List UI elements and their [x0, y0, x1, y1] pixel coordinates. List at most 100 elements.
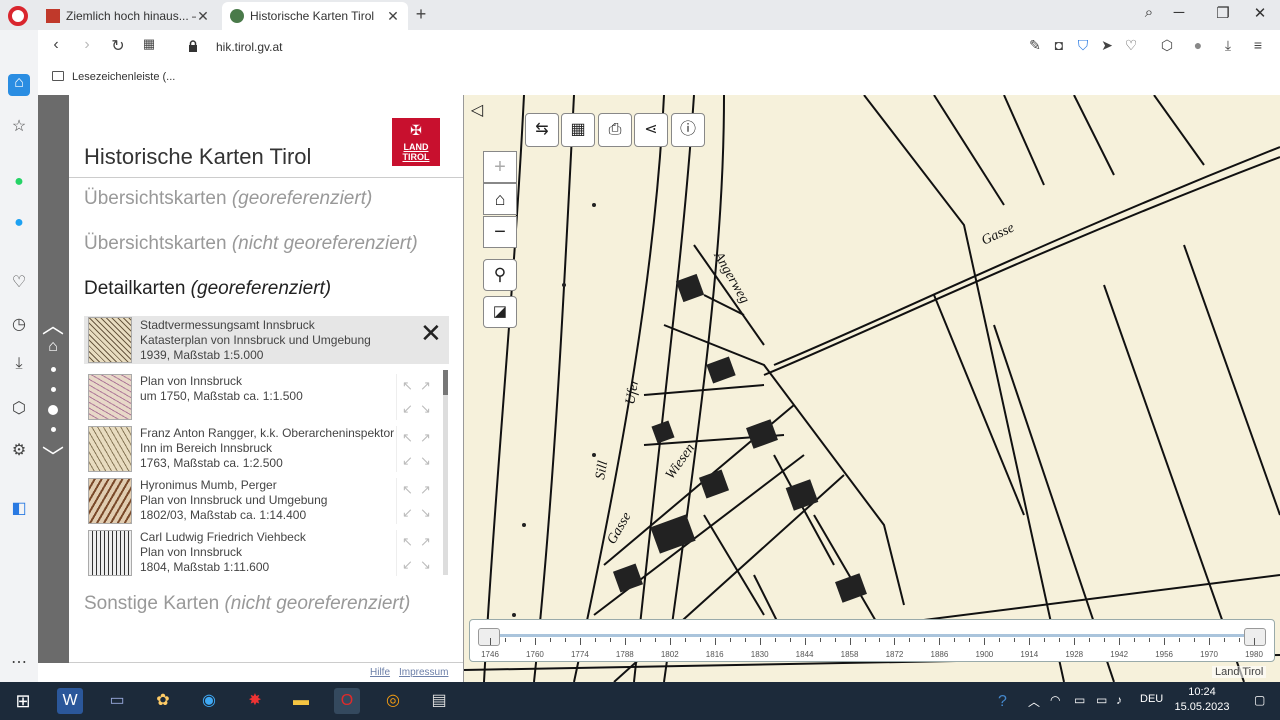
collapse-panel-icon[interactable]: ◁	[466, 100, 488, 122]
list-item[interactable]: Hyronimus Mumb, Perger Plan von Innsbruck…	[84, 474, 450, 525]
heart-icon[interactable]: ♡	[8, 272, 30, 294]
history-icon[interactable]: ◷	[8, 314, 30, 336]
download-icon[interactable]: ⤓	[1218, 37, 1238, 57]
year-timeline-slider[interactable]: 1746 1760 1774 1788 1802 1816 1830 1844 1858 1872…	[469, 619, 1275, 662]
arrow-se-icon[interactable]: ↘	[417, 553, 435, 576]
timeline-end-handle[interactable]	[1244, 628, 1266, 646]
paint-icon[interactable]: ✿	[150, 688, 176, 714]
list-scrollbar[interactable]	[443, 370, 448, 575]
tab-historische-karten[interactable]: Historische Karten Tirol ✕	[222, 2, 408, 30]
arrow-ne-icon[interactable]: ↗	[417, 530, 435, 553]
menu-icon[interactable]: ≡	[1248, 37, 1268, 57]
arrow-nw-icon[interactable]: ↖	[399, 426, 417, 449]
chevron-down-icon[interactable]: ﹀	[41, 440, 65, 472]
section-uebersicht-georef[interactable]: Übersichtskarten (georeferenziert)	[84, 188, 372, 210]
qr-code-icon[interactable]: ▦	[561, 113, 595, 147]
list-item[interactable]: Carl Ludwig Friedrich Viehbeck Plan von I…	[84, 526, 450, 577]
volume-icon[interactable]: ♪	[1116, 693, 1122, 707]
close-icon[interactable]: ✕	[420, 318, 442, 349]
help-icon[interactable]: ?	[998, 693, 1007, 711]
restore-button[interactable]: ❐	[1208, 4, 1238, 26]
edit-icon[interactable]: ✎	[1025, 37, 1045, 57]
tray-chevron-icon[interactable]: ︿	[1028, 693, 1040, 710]
arrow-ne-icon[interactable]: ↗	[417, 478, 435, 501]
language-indicator[interactable]: DEU	[1140, 693, 1163, 705]
whatsapp-icon[interactable]: ●	[8, 173, 30, 195]
file-explorer-icon[interactable]: ▬	[288, 688, 314, 714]
opera-taskbar-icon[interactable]: O	[334, 688, 360, 714]
scrollbar-thumb[interactable]	[443, 370, 448, 395]
arrow-ne-icon[interactable]: ↗	[417, 426, 435, 449]
arrow-sw-icon[interactable]: ↙	[399, 553, 417, 576]
clock[interactable]: 10:24 15.05.2023	[1172, 685, 1232, 715]
search-tabs-icon[interactable]: ⌕	[1134, 4, 1164, 26]
heart-icon[interactable]: ♡	[1121, 37, 1141, 57]
section-detailkarten[interactable]: Detailkarten (georeferenziert)	[84, 278, 331, 300]
section-sonstige-karten[interactable]: Sonstige Karten (nicht georeferenziert)	[84, 593, 410, 615]
arrow-nw-icon[interactable]: ↖	[399, 374, 417, 397]
map-view[interactable]: Sill Ufer Gasse Wiesen Gasse Angerweg	[464, 95, 1280, 682]
edge-icon[interactable]: ◉	[196, 688, 222, 714]
cube-icon[interactable]: ⬡	[1157, 37, 1177, 57]
arrow-sw-icon[interactable]: ↙	[399, 501, 417, 524]
settings-gear-icon[interactable]: ⚙	[8, 440, 30, 462]
battery-icon[interactable]: ▭	[1096, 693, 1107, 707]
twitter-icon[interactable]: ●	[8, 214, 30, 236]
info-icon[interactable]: ⓘ	[671, 113, 705, 147]
new-tab-button[interactable]: +	[410, 4, 432, 26]
more-icon[interactable]: ⋯	[8, 652, 30, 674]
opera-logo-icon[interactable]	[8, 6, 28, 26]
arrow-nw-icon[interactable]: ↖	[399, 530, 417, 553]
display-icon[interactable]: ▭	[1074, 693, 1085, 707]
arrow-sw-icon[interactable]: ↙	[399, 449, 417, 472]
extension-icon[interactable]: ◧	[8, 498, 30, 520]
wifi-icon[interactable]: ◠	[1050, 693, 1060, 707]
camera-icon[interactable]: ◘	[1049, 37, 1069, 57]
cube-icon[interactable]: ⬡	[8, 398, 30, 420]
section-dot[interactable]	[51, 367, 56, 372]
arrow-se-icon[interactable]: ↘	[417, 397, 435, 420]
tab-close-icon[interactable]: ✕	[386, 8, 400, 25]
search-icon[interactable]: ⚲	[483, 259, 517, 291]
send-icon[interactable]: ➤	[1097, 37, 1117, 57]
list-item[interactable]: Plan von Innsbruck um 1750, Maßstab ca. 1…	[84, 370, 450, 421]
imprint-link[interactable]: Impressum	[399, 667, 448, 678]
section-dot-active[interactable]	[48, 405, 58, 415]
minimize-button[interactable]: ─	[1164, 4, 1194, 26]
arrow-se-icon[interactable]: ↘	[417, 501, 435, 524]
zoom-out-button[interactable]: −	[483, 216, 517, 248]
swap-icon[interactable]: ⇆	[525, 113, 559, 147]
list-item[interactable]: Franz Anton Rangger, k.k. Oberarcheninsp…	[84, 422, 450, 473]
chevron-up-icon[interactable]: ︿	[41, 308, 65, 340]
tab-ziemlich-hoch[interactable]: Ziemlich hoch hinaus... – In ✕	[38, 2, 218, 30]
selected-map-item[interactable]: Stadtvermessungsamt Innsbruck Katasterpl…	[84, 316, 449, 364]
reload-button[interactable]: ↻	[107, 36, 129, 58]
back-button[interactable]: ‹	[45, 36, 67, 58]
bookmarks-folder[interactable]: Lesezeichenleiste (...	[72, 71, 175, 83]
zoom-in-button[interactable]: +	[483, 151, 517, 183]
print-icon[interactable]: ⎙	[598, 113, 632, 147]
section-dot[interactable]	[51, 427, 56, 432]
url-input[interactable]: hik.tirol.gv.at	[216, 40, 282, 54]
timeline-start-handle[interactable]	[478, 628, 500, 646]
app-icon[interactable]: ✸	[242, 688, 268, 714]
app-icon[interactable]: ◎	[380, 688, 406, 714]
help-link[interactable]: Hilfe	[370, 667, 390, 678]
compare-map-icon[interactable]: ◪	[483, 296, 517, 328]
download-icon[interactable]: ⤓	[8, 355, 30, 377]
notifications-icon[interactable]: ▢	[1254, 693, 1265, 707]
arrow-se-icon[interactable]: ↘	[417, 449, 435, 472]
section-uebersicht-nicht-georef[interactable]: Übersichtskarten (nicht georeferenziert)	[84, 233, 418, 255]
tab-close-icon[interactable]: ✕	[196, 8, 210, 25]
notepad-icon[interactable]: ▭	[104, 688, 130, 714]
home-icon[interactable]: ⌂	[41, 338, 65, 356]
windows-start-icon[interactable]: ⊞	[10, 688, 36, 714]
speed-dial-icon[interactable]: ▦	[138, 36, 160, 58]
arrow-sw-icon[interactable]: ↙	[399, 397, 417, 420]
home-extent-icon[interactable]: ⌂	[483, 183, 517, 215]
word-icon[interactable]: W	[57, 688, 83, 714]
profile-avatar-icon[interactable]: ●	[1188, 37, 1208, 57]
forward-button[interactable]: ›	[76, 36, 98, 58]
share-icon[interactable]: ⋖	[634, 113, 668, 147]
home-icon[interactable]: ⌂	[8, 74, 30, 96]
